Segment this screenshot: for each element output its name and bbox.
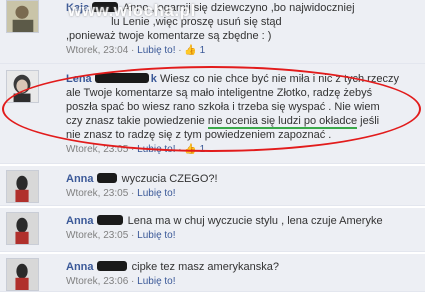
comment-text: ,ponieważ twoje komentarze są zbędne : ) (66, 30, 272, 42)
comment-meta: Wtorek, 23:05 · Lubię to! · 👍 1 (66, 144, 206, 155)
like-button[interactable]: Lubię to! (137, 230, 175, 241)
comment-text: cipke tez masz amerykanska? (131, 261, 279, 273)
comment-text: Lena ma w chuj wyczucie stylu , lena czu… (127, 215, 383, 227)
comment-text: ale Twoje komentarze są mało inteligentn… (66, 87, 373, 99)
comment-item: Anna cipke tez masz amerykanska? Wtorek,… (0, 254, 425, 292)
redaction-bar (94, 73, 149, 83)
like-button[interactable]: Lubię to! (137, 188, 175, 199)
redaction-bar (96, 215, 123, 225)
comment-text: nie znasz to radzę się z tym powiedzenie… (66, 129, 332, 141)
like-count[interactable]: 1 (200, 144, 206, 155)
thumbs-up-icon: 👍 (184, 45, 197, 56)
comment-item: Lena k Wiesz co nie chce być nie miła i … (0, 64, 425, 164)
comment-item: Kaja Anno , ogarnij się dziewczyno ,bo n… (0, 0, 425, 64)
comment-text: wyczucia CZEGO?! (121, 173, 218, 185)
comment-text: poszła spać bo wiesz rano szkoła i trzeb… (66, 101, 380, 113)
comment-author[interactable]: Lena (66, 73, 92, 85)
comment-timestamp[interactable]: Wtorek, 23:05 (66, 230, 128, 241)
avatar[interactable] (6, 212, 39, 245)
comment-text: Wiesz co nie chce być nie miła i nic z t… (159, 73, 399, 85)
comment-text: czy znasz takie powiedzenie (66, 115, 205, 127)
comment-meta: Wtorek, 23:05 · Lubię to! (66, 188, 176, 199)
like-count[interactable]: 1 (200, 45, 206, 56)
highlighted-phrase: nie ocenia się ludzi po okładce (207, 115, 358, 129)
redaction-bar (96, 173, 117, 183)
avatar-photo-icon (7, 71, 38, 102)
like-button[interactable]: Lubię to! (137, 144, 175, 155)
comment-item: Anna Lena ma w chuj wyczucie stylu , len… (0, 208, 425, 252)
comment-timestamp[interactable]: Wtorek, 23:06 (66, 276, 128, 287)
avatar-photo-icon (7, 1, 38, 32)
comment-meta: Wtorek, 23:05 · Lubię to! (66, 230, 176, 241)
avatar[interactable] (6, 70, 39, 103)
watermark: www.wiocha.pl (68, 1, 196, 20)
comment-timestamp[interactable]: Wtorek, 23:05 (66, 144, 128, 155)
thumbs-up-icon: 👍 (184, 144, 197, 155)
like-button[interactable]: Lubię to! (137, 276, 175, 287)
comment-meta: Wtorek, 23:04 · Lubię to! · 👍 1 (66, 45, 206, 56)
avatar[interactable] (6, 258, 39, 291)
comment-timestamp[interactable]: Wtorek, 23:05 (66, 188, 128, 199)
avatar[interactable] (6, 0, 39, 33)
comment-author-suffix: k (150, 73, 157, 85)
comment-meta: Wtorek, 23:06 · Lubię to! (66, 276, 176, 287)
comment-timestamp[interactable]: Wtorek, 23:04 (66, 45, 128, 56)
avatar[interactable] (6, 170, 39, 203)
avatar-photo-icon (7, 213, 38, 244)
redaction-bar (96, 261, 127, 271)
comment-author[interactable]: Anna (66, 261, 94, 273)
avatar-photo-icon (7, 171, 38, 202)
comment-item: Anna wyczucia CZEGO?! Wtorek, 23:05 · Lu… (0, 166, 425, 206)
comment-text: jeśli (360, 115, 380, 127)
avatar-photo-icon (7, 259, 38, 290)
comment-author[interactable]: Anna (66, 173, 94, 185)
comment-author[interactable]: Anna (66, 215, 94, 227)
like-button[interactable]: Lubię to! (137, 45, 175, 56)
